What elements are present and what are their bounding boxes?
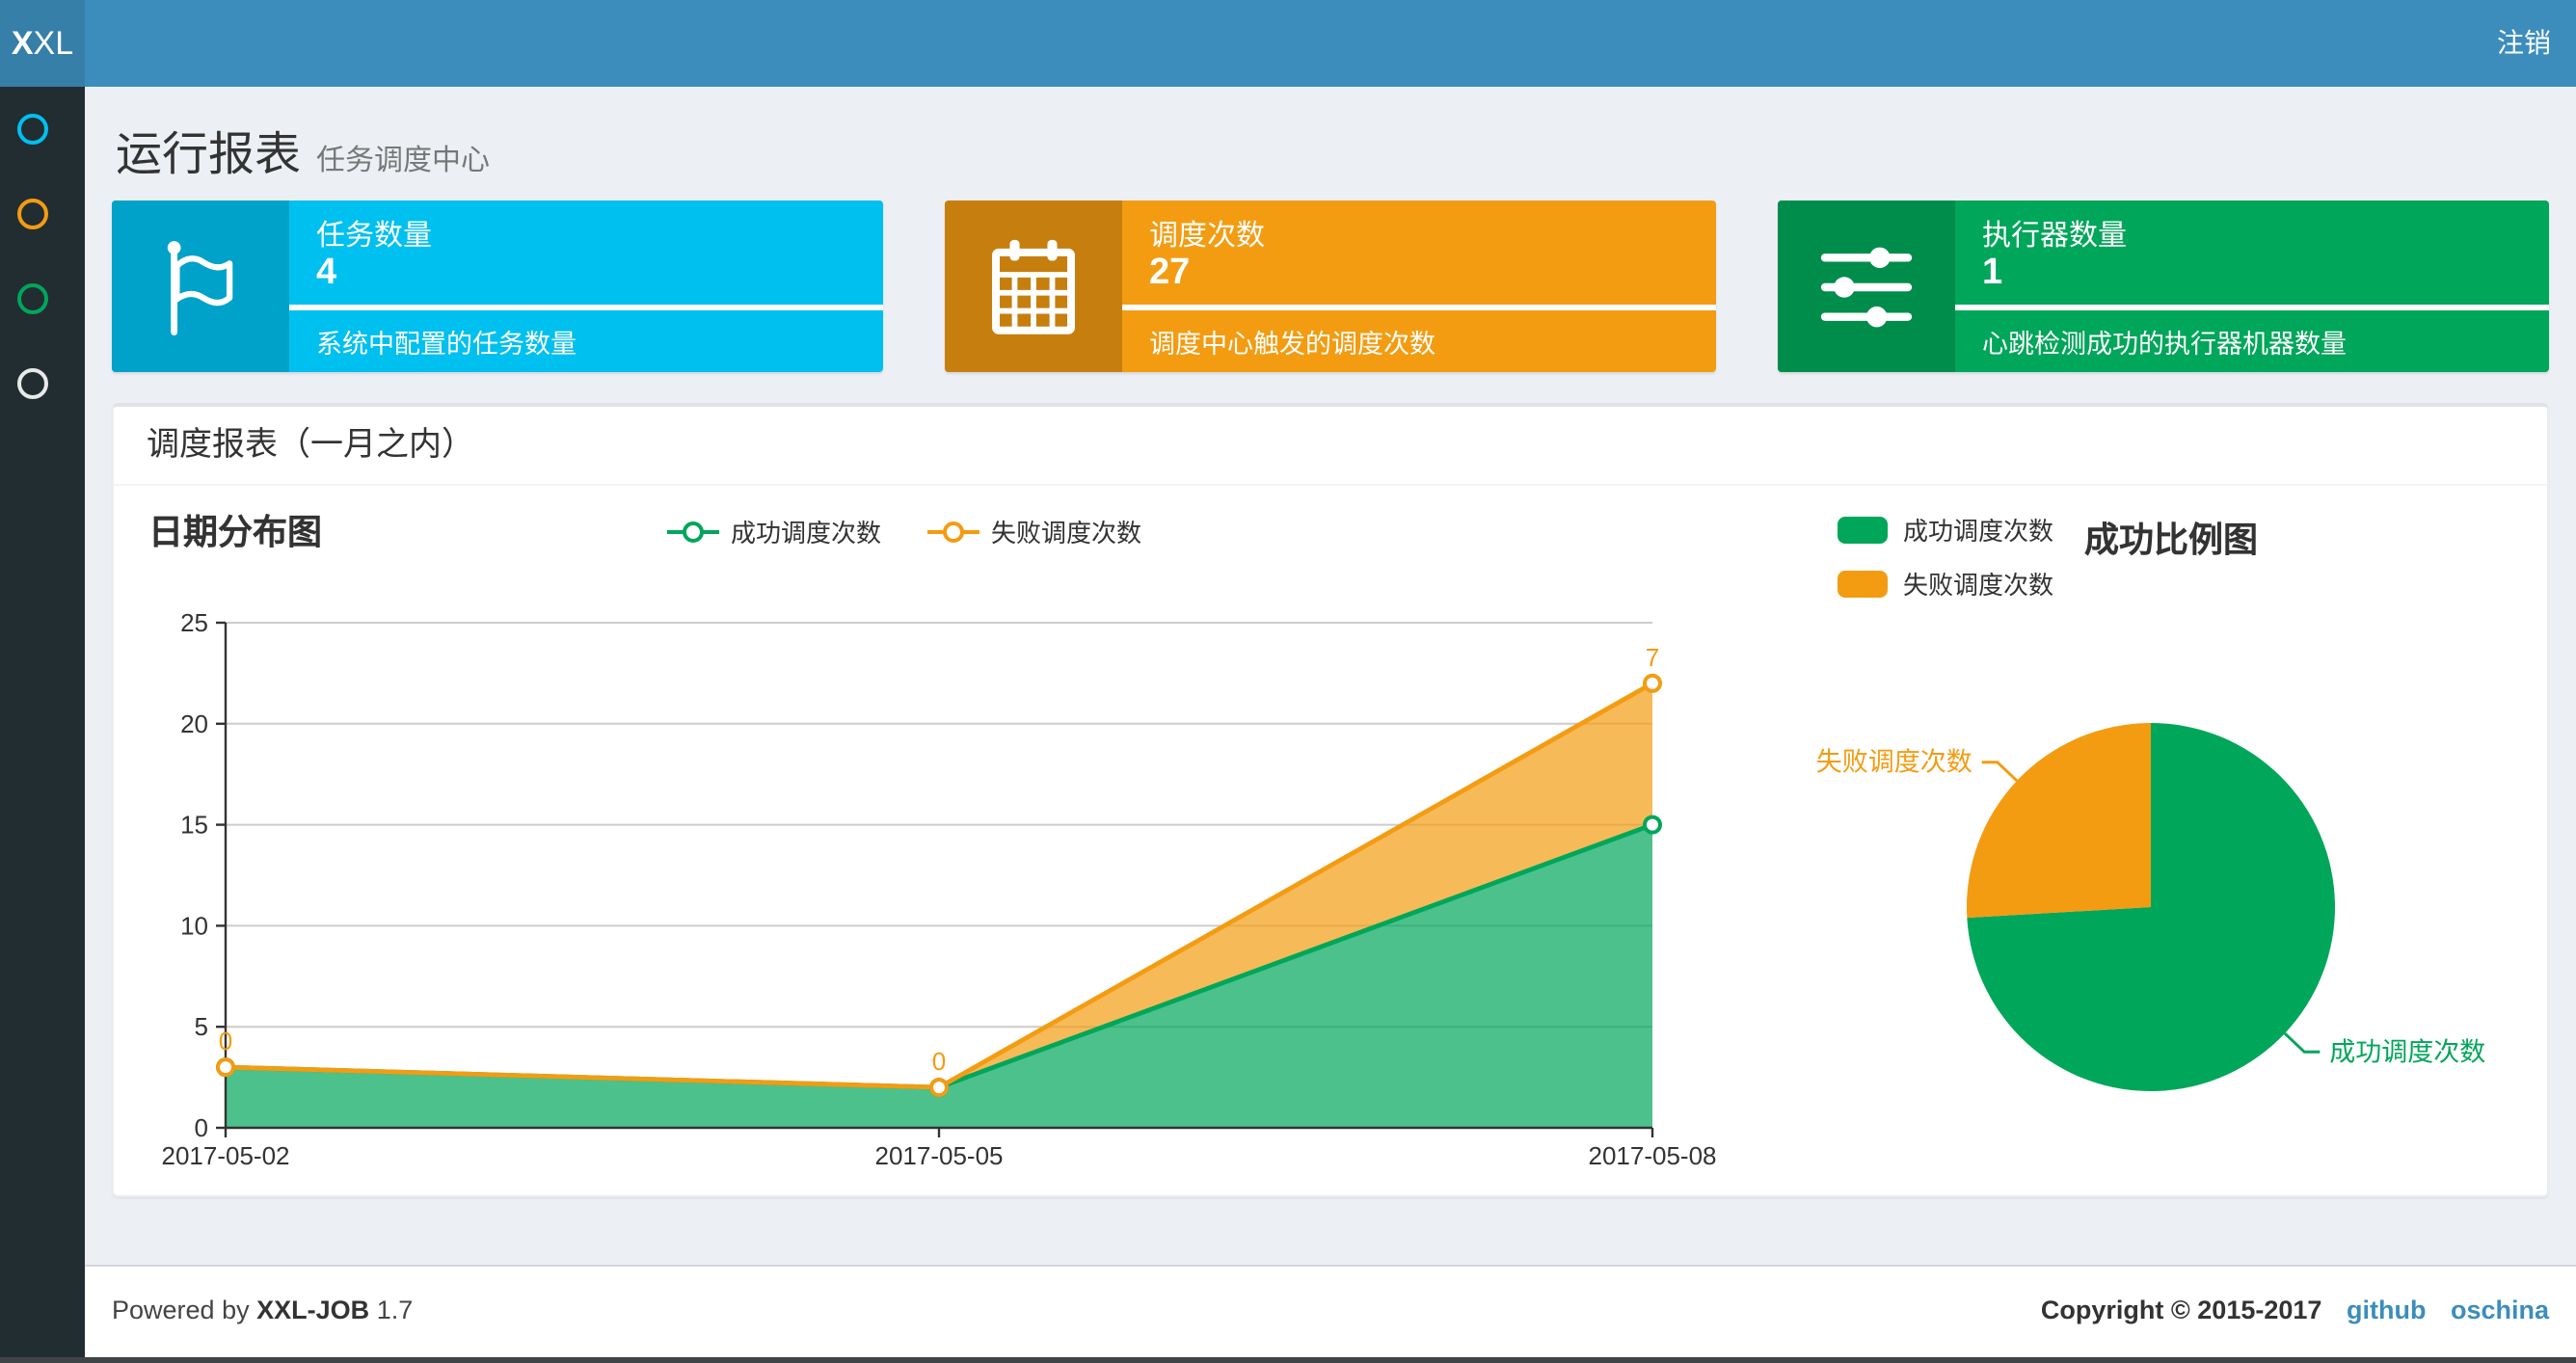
product-version: 1.7 bbox=[376, 1296, 414, 1324]
stat-description: 系统中配置的任务数量 bbox=[316, 330, 577, 359]
circle-icon bbox=[17, 113, 48, 144]
svg-text:5: 5 bbox=[195, 1012, 208, 1041]
stat-card-executors: 执行器数量 1 心跳检测成功的执行器机器数量 bbox=[1778, 200, 2549, 372]
sidebar-toggle-button[interactable] bbox=[108, 27, 141, 60]
circle-icon bbox=[17, 367, 48, 398]
sidebar-item-4[interactable] bbox=[0, 341, 85, 426]
svg-text:10: 10 bbox=[180, 911, 208, 940]
svg-text:7: 7 bbox=[1646, 643, 1659, 672]
page-subtitle: 任务调度中心 bbox=[316, 145, 491, 177]
oschina-link[interactable]: oschina bbox=[2451, 1296, 2549, 1324]
schedule-report-panel: 调度报表（一月之内） 日期分布图 成功调度次数 失败调度次数 0 5 10 15 20 2… bbox=[112, 403, 2549, 1197]
panel-title: 调度报表（一月之内） bbox=[114, 407, 2547, 486]
stat-card-jobs: 任务数量 4 系统中配置的任务数量 bbox=[112, 200, 883, 372]
sidebar-item-2[interactable] bbox=[0, 172, 85, 256]
page-title: 运行报表 bbox=[116, 129, 301, 181]
copyright-text: Copyright © 2015-2017 bbox=[2040, 1296, 2322, 1324]
legend-item-success[interactable]: 成功调度次数 bbox=[1838, 511, 2053, 548]
stat-cards-row: 任务数量 4 系统中配置的任务数量 调度次数 27 调度中心触发的调度次数 执行… bbox=[112, 200, 2549, 372]
svg-text:15: 15 bbox=[180, 811, 208, 840]
stat-value: 4 bbox=[316, 253, 337, 293]
svg-text:失败调度次数: 失败调度次数 bbox=[1816, 748, 1972, 777]
logo-text: XL bbox=[33, 24, 74, 61]
stat-card-triggers: 调度次数 27 调度中心触发的调度次数 bbox=[945, 200, 1716, 372]
stat-title: 任务数量 bbox=[316, 220, 433, 253]
sidebar-item-1[interactable] bbox=[0, 87, 85, 172]
logo-bold-text: X bbox=[11, 24, 34, 61]
svg-text:2017-05-05: 2017-05-05 bbox=[875, 1141, 1004, 1170]
circle-icon bbox=[17, 282, 48, 313]
powered-by-text: Powered by XXL-JOB 1.7 bbox=[112, 1296, 414, 1324]
top-navbar: X XL 注销 bbox=[0, 0, 2576, 87]
line-chart-legend: 成功调度次数 失败调度次数 bbox=[422, 513, 1386, 549]
svg-text:25: 25 bbox=[180, 608, 208, 637]
divider bbox=[1955, 305, 2549, 309]
legend-item-success[interactable]: 成功调度次数 bbox=[666, 513, 881, 549]
calendar-icon bbox=[945, 200, 1122, 372]
page-footer: Copyright © 2015-2017 github oschina Pow… bbox=[85, 1265, 2576, 1357]
svg-text:20: 20 bbox=[180, 709, 208, 738]
window-bottom-edge bbox=[0, 1357, 2576, 1363]
circle-icon bbox=[17, 198, 48, 228]
svg-text:0: 0 bbox=[195, 1113, 208, 1142]
stat-title: 调度次数 bbox=[1149, 220, 1266, 253]
date-distribution-chart: 05101520252017-05-02 2017-05-05 2017-05-08… bbox=[162, 608, 1717, 1170]
svg-text:2017-05-02: 2017-05-02 bbox=[162, 1141, 290, 1170]
pie-section: 成功调度次数 失败调度次数 成功比例图 成功调度次数 失败调度次数 bbox=[1672, 486, 2539, 1197]
pie-chart-title: 成功比例图 bbox=[2084, 521, 2259, 559]
line-chart-title: 日期分布图 bbox=[148, 513, 322, 551]
main-content: 运行报表 任务调度中心 任务数量 4 系统中配置的任务数量 调度次数 27 调度… bbox=[85, 87, 2576, 1363]
swatch-icon bbox=[1838, 570, 1888, 597]
sliders-icon bbox=[1778, 200, 1955, 372]
line-marker-icon bbox=[927, 521, 979, 542]
sidebar bbox=[0, 87, 85, 1363]
stat-description: 调度中心触发的调度次数 bbox=[1149, 330, 1436, 359]
divider bbox=[1122, 305, 1716, 309]
sidebar-item-3[interactable] bbox=[0, 256, 85, 341]
stat-description: 心跳检测成功的执行器机器数量 bbox=[1982, 330, 2347, 359]
success-ratio-pie-chart: 成功调度次数 失败调度次数 bbox=[1816, 723, 2485, 1091]
swatch-icon bbox=[1838, 516, 1888, 543]
svg-text:0: 0 bbox=[932, 1047, 946, 1076]
stat-value: 1 bbox=[1982, 253, 2003, 293]
stat-value: 27 bbox=[1149, 253, 1191, 293]
flag-icon bbox=[112, 200, 289, 372]
footer-right: Copyright © 2015-2017 github oschina bbox=[2041, 1296, 2549, 1324]
stat-title: 执行器数量 bbox=[1982, 220, 2128, 253]
legend-item-fail[interactable]: 失败调度次数 bbox=[927, 513, 1141, 549]
github-link[interactable]: github bbox=[2347, 1296, 2426, 1324]
page-header: 运行报表 任务调度中心 bbox=[116, 116, 2549, 181]
logout-link[interactable]: 注销 bbox=[2497, 0, 2551, 87]
divider bbox=[289, 305, 883, 309]
svg-text:0: 0 bbox=[219, 1027, 232, 1056]
legend-item-fail[interactable]: 失败调度次数 bbox=[1838, 565, 2053, 601]
dashboard-page: X XL 注销 运行报表 任务调度中心 任务数量 4 系统中配置的任务数量 调度… bbox=[0, 0, 2576, 1363]
app-logo[interactable]: X XL bbox=[0, 0, 85, 87]
svg-text:成功调度次数: 成功调度次数 bbox=[2329, 1037, 2485, 1066]
product-name: XXL-JOB bbox=[256, 1296, 370, 1324]
line-marker-icon bbox=[666, 521, 719, 542]
